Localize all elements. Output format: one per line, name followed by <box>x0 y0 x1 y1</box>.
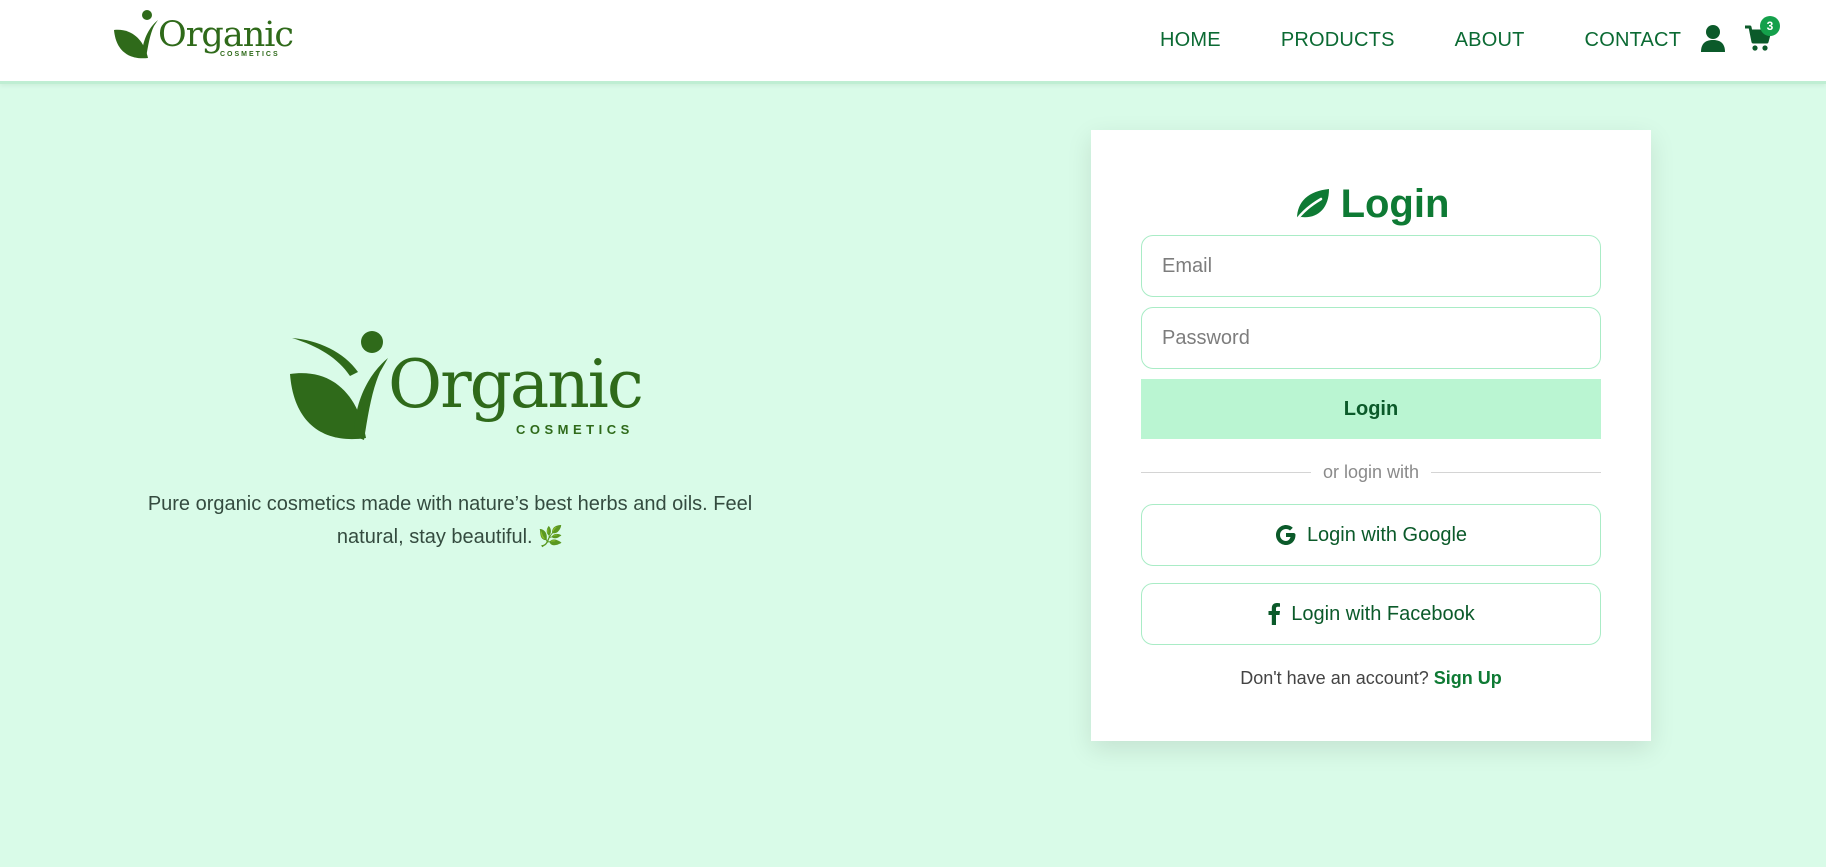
nav-contact[interactable]: CONTACT <box>1585 29 1682 52</box>
nav-about[interactable]: ABOUT <box>1455 29 1525 52</box>
google-login-button[interactable]: Login with Google <box>1141 504 1601 566</box>
nav-home[interactable]: HOME <box>1160 29 1221 52</box>
signup-row: Don't have an account? Sign Up <box>1091 668 1651 689</box>
google-login-label: Login with Google <box>1306 523 1468 546</box>
login-card: Login Login or login with Login with Goo… <box>1091 130 1651 741</box>
email-field[interactable] <box>1141 235 1601 297</box>
hero-brand-name: Organic <box>388 346 644 423</box>
brand-logo[interactable]: Organic COSMETICS <box>112 8 294 64</box>
hero-tagline: Pure organic cosmetics made with nature’… <box>147 493 753 548</box>
login-button[interactable]: Login <box>1141 379 1601 439</box>
signup-prompt: Don't have an account? <box>1240 668 1429 688</box>
facebook-icon <box>1268 603 1281 625</box>
brand-subtitle: COSMETICS <box>220 51 280 58</box>
hero-brand-subtitle: COSMETICS <box>516 422 634 437</box>
divider-line-left <box>1141 471 1311 473</box>
google-icon <box>1275 525 1296 545</box>
divider-line-right <box>1431 471 1602 473</box>
divider-text: or login with <box>1322 461 1420 482</box>
hero-logo: Organic COSMETICS <box>288 328 648 446</box>
facebook-login-label: Login with Facebook <box>1291 602 1475 625</box>
login-divider: or login with <box>1141 461 1602 482</box>
facebook-login-button[interactable]: Login with Facebook <box>1141 583 1601 645</box>
signup-link[interactable]: Sign Up <box>1434 668 1502 688</box>
password-field[interactable] <box>1141 307 1601 369</box>
leaf-logo-icon <box>114 10 158 59</box>
leaf-icon <box>1293 188 1329 223</box>
cart-count-badge: 3 <box>1760 16 1780 36</box>
login-title-text: Login <box>1340 182 1450 226</box>
brand-name: Organic <box>158 15 294 55</box>
leaf-logo-icon <box>290 331 388 440</box>
site-header: Organic COSMETICS HOME PRODUCTS ABOUT CO… <box>0 0 1826 84</box>
login-title: Login <box>1091 182 1651 227</box>
nav-products[interactable]: PRODUCTS <box>1281 29 1395 52</box>
user-icon[interactable] <box>1700 24 1726 57</box>
main-nav: HOME PRODUCTS ABOUT CONTACT <box>1160 0 1826 80</box>
